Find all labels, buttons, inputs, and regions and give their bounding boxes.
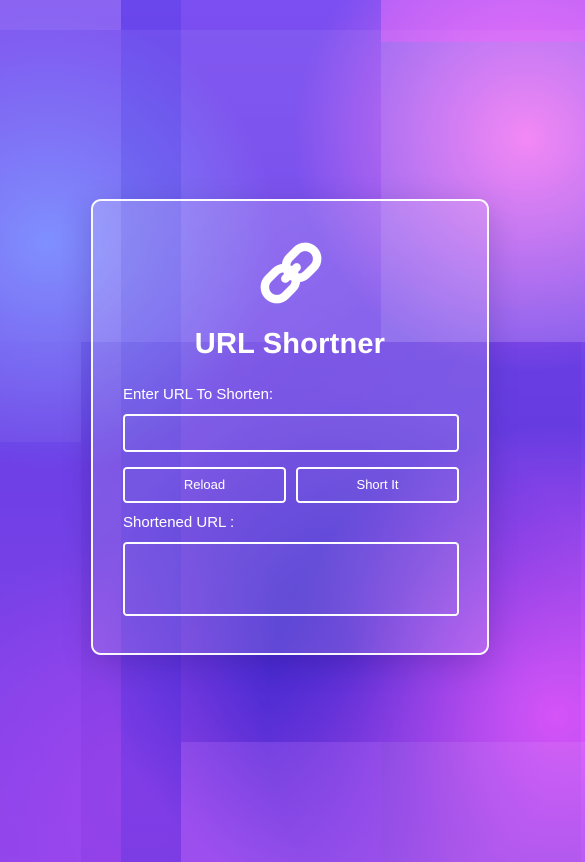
background-tile: [0, 0, 121, 30]
shortened-url-output[interactable]: [123, 542, 459, 616]
background-tile: [381, 742, 585, 862]
url-shortener-card: URL Shortner Enter URL To Shorten: Reloa…: [91, 199, 489, 655]
background-tile: [0, 342, 81, 442]
link-icon: [252, 234, 330, 312]
background-tile: [181, 742, 381, 862]
background-tile: [381, 0, 585, 42]
app-title: URL Shortner: [194, 328, 386, 360]
reload-button[interactable]: Reload: [123, 467, 286, 503]
shortened-url-label: Shortened URL :: [123, 514, 235, 531]
url-input-label: Enter URL To Shorten:: [123, 386, 274, 403]
short-it-button[interactable]: Short It: [296, 467, 459, 503]
url-input[interactable]: [123, 414, 459, 452]
